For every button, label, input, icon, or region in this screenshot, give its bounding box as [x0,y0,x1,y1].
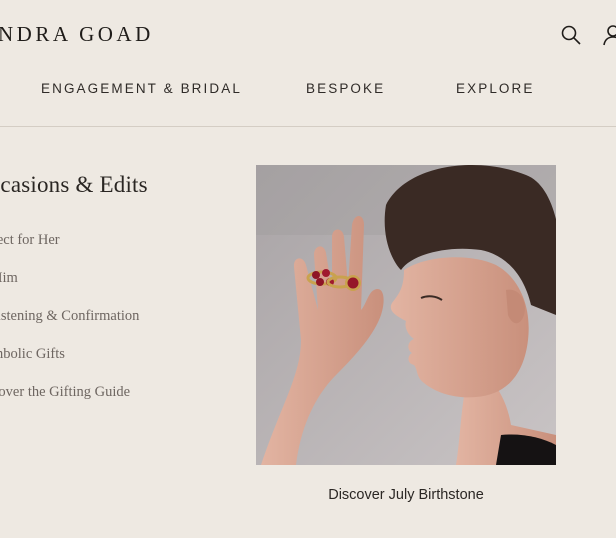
menu-link-christening-confirmation[interactable]: ristening & Confirmation [0,308,139,325]
main-nav: ENGAGEMENT & BRIDAL BESPOKE EXPLORE [0,81,616,101]
nav-item-explore[interactable]: EXPLORE [456,81,534,96]
menu-link-for-him[interactable]: Him [0,270,18,287]
menu-link-symbolic-gifts[interactable]: mbolic Gifts [0,346,65,363]
menu-link-perfect-for-her[interactable]: fect for Her [0,232,60,249]
feature-caption-link[interactable]: Discover July Birthstone [256,487,556,503]
nav-item-bespoke[interactable]: BESPOKE [306,81,385,96]
header-divider [0,126,616,127]
search-icon[interactable] [560,24,582,46]
brand-logo[interactable]: NDRA GOAD [0,22,154,47]
feature-image[interactable] [256,165,556,465]
section-title: ccasions & Edits [0,172,148,197]
user-icon[interactable] [602,24,616,46]
nav-item-engagement-bridal[interactable]: ENGAGEMENT & BRIDAL [41,81,242,96]
menu-link-gifting-guide[interactable]: cover the Gifting Guide [0,384,130,401]
